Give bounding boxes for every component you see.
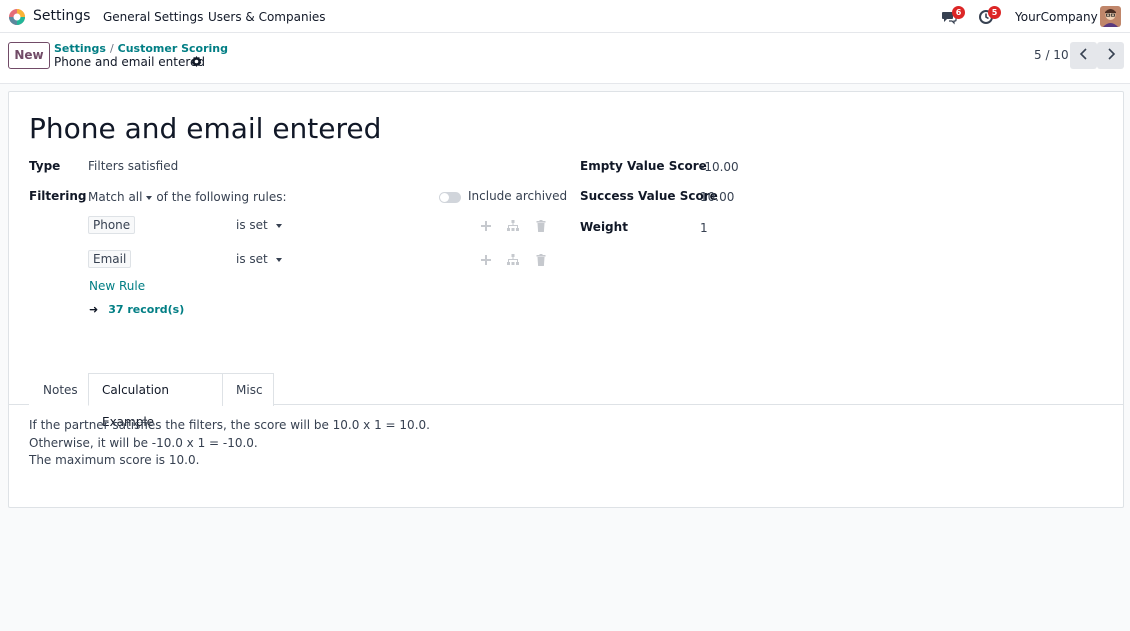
include-archived-label[interactable]: Include archived: [468, 189, 567, 203]
calc-line-maximum: The maximum score is 10.0.: [29, 453, 200, 467]
user-avatar[interactable]: [1100, 6, 1121, 27]
tab-notes[interactable]: Notes: [29, 373, 89, 406]
match-value[interactable]: all: [128, 190, 142, 204]
filtering-label: Filtering: [29, 189, 87, 203]
calc-line-otherwise: Otherwise, it will be -10.0 x 1 = -10.0.: [29, 435, 258, 450]
type-label: Type: [29, 159, 61, 173]
match-selector: Match all of the following rules:: [88, 190, 287, 204]
add-rule-plus-icon[interactable]: [480, 254, 492, 266]
calculation-example-content: If the partner satisfies the filters, th…: [29, 417, 430, 470]
delete-rule-trash-icon[interactable]: [535, 220, 547, 232]
weight-field[interactable]: 1: [700, 221, 708, 235]
breadcrumb-separator: /: [109, 42, 114, 55]
chevron-right-icon: [1106, 48, 1116, 63]
new-button[interactable]: New: [8, 42, 50, 69]
chevron-left-icon: [1079, 48, 1089, 63]
empty-value-score-field[interactable]: -10.00: [700, 160, 739, 174]
caret-down-icon[interactable]: [275, 257, 282, 262]
type-value[interactable]: Filters satisfied: [88, 159, 178, 173]
add-branch-sitemap-icon[interactable]: [507, 254, 519, 266]
match-prefix: Match: [88, 190, 125, 204]
match-dropdown[interactable]: all: [128, 190, 153, 204]
rule-operator-label[interactable]: is set: [236, 252, 268, 266]
success-value-score-label: Success Value Score: [580, 189, 718, 203]
messages-count-badge: 6: [952, 6, 965, 19]
matching-records-link[interactable]: ➜ 37 record(s): [89, 303, 184, 316]
pager-previous-button[interactable]: [1070, 42, 1097, 69]
empty-value-score-label: Empty Value Score: [580, 159, 707, 173]
include-archived-toggle[interactable]: [439, 192, 461, 203]
success-value-score-field[interactable]: 10.00: [700, 190, 734, 204]
records-count[interactable]: 37 record(s): [108, 303, 184, 316]
add-rule-plus-icon[interactable]: [480, 220, 492, 232]
add-branch-sitemap-icon[interactable]: [507, 220, 519, 232]
caret-down-icon[interactable]: [146, 195, 153, 200]
rule-operator-phone[interactable]: is set: [236, 218, 282, 232]
control-panel: New Settings / Customer Scoring Phone and …: [0, 33, 1130, 84]
new-rule-link[interactable]: New Rule: [89, 279, 145, 293]
delete-rule-trash-icon[interactable]: [535, 254, 547, 266]
calc-line-success: If the partner satisfies the filters, th…: [29, 418, 430, 432]
rule-field-phone[interactable]: Phone: [88, 216, 136, 234]
pager-next-button[interactable]: [1097, 42, 1124, 69]
company-switcher[interactable]: YourCompany: [1015, 10, 1098, 24]
breadcrumb-customer-scoring[interactable]: Customer Scoring: [118, 42, 228, 55]
app-name[interactable]: Settings: [33, 8, 90, 24]
notebook-tabs: Notes Calculation Example Misc: [9, 373, 1123, 429]
toggle-knob: [440, 193, 449, 202]
weight-label: Weight: [580, 220, 628, 234]
record-title-field[interactable]: Phone and email entered: [29, 112, 381, 145]
gear-icon[interactable]: [191, 56, 202, 67]
rule-operator-email[interactable]: is set: [236, 252, 282, 266]
breadcrumb: Settings / Customer Scoring: [54, 42, 228, 55]
tab-calculation-example[interactable]: Calculation Example: [88, 373, 223, 429]
current-record-name: Phone and email entered: [54, 55, 206, 69]
rule-field-email[interactable]: Email: [88, 250, 132, 268]
arrow-right-icon: ➜: [89, 303, 99, 316]
odoo-logo-icon[interactable]: [8, 8, 26, 26]
rule-operator-label[interactable]: is set: [236, 218, 268, 232]
menu-general-settings[interactable]: General Settings: [103, 10, 203, 24]
top-navbar: Settings General Settings Users & Compan…: [0, 0, 1130, 33]
tab-misc[interactable]: Misc: [222, 373, 274, 406]
menu-users-companies[interactable]: Users & Companies: [208, 10, 326, 24]
form-sheet: Phone and email entered Type Filters sat…: [8, 91, 1124, 508]
match-suffix: of the following rules:: [156, 190, 287, 204]
caret-down-icon[interactable]: [275, 223, 282, 228]
activities-count-badge: 5: [988, 6, 1001, 19]
pager-value[interactable]: 5 / 10: [1034, 48, 1069, 62]
breadcrumb-settings[interactable]: Settings: [54, 42, 106, 55]
